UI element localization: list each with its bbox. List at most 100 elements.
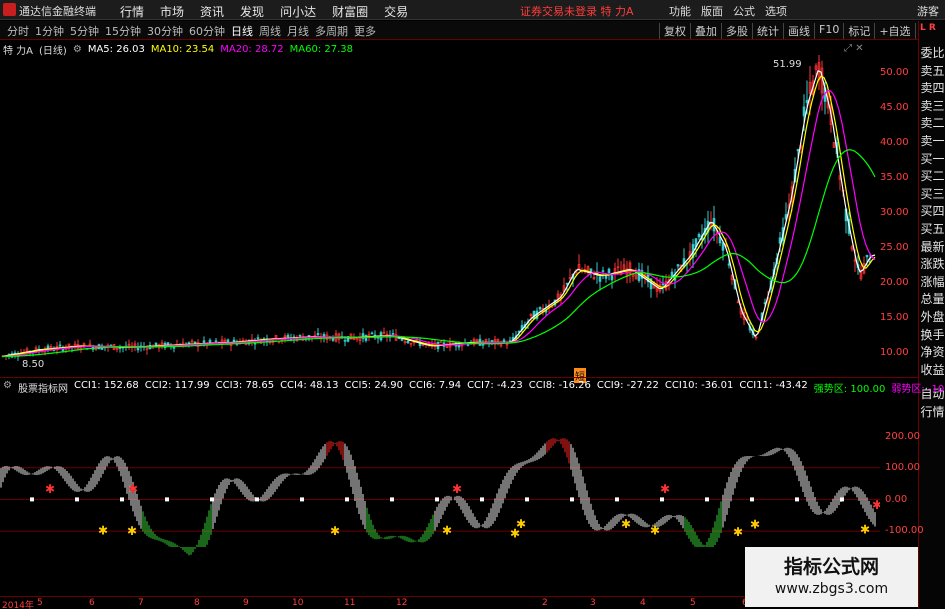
date-tick: 11 — [344, 598, 356, 608]
side-tab-latest[interactable]: 最新 — [919, 239, 945, 257]
stats-button[interactable]: 统计 — [752, 23, 783, 39]
side-tab-weibi[interactable]: 委比 — [919, 45, 945, 63]
tab-fenshi[interactable]: 分时 — [4, 23, 32, 39]
signal-butterfly-icon: ✱ — [330, 524, 340, 538]
price-tick: 25.00 — [880, 242, 909, 253]
tab-daily[interactable]: 日线 — [228, 23, 256, 39]
menu-item-caifuquan[interactable]: 财富圈 — [324, 3, 376, 20]
tab-weekly[interactable]: 周线 — [256, 23, 284, 39]
candle-body — [502, 339, 506, 343]
side-tab-buy5[interactable]: 买五 — [919, 221, 945, 239]
menu-item-faxian[interactable]: 发现 — [232, 3, 272, 20]
zero-dot — [525, 497, 529, 502]
side-tab-buy4[interactable]: 买四 — [919, 203, 945, 221]
mark-button[interactable]: 标记 — [843, 23, 874, 39]
candlestick-chart[interactable] — [0, 55, 880, 375]
panel-divider — [0, 377, 918, 378]
side-tab-buy1[interactable]: 买一 — [919, 151, 945, 169]
tab-monthly[interactable]: 月线 — [284, 23, 312, 39]
overlay-button[interactable]: 叠加 — [690, 23, 721, 39]
zero-dot — [570, 497, 574, 502]
zero-dot — [705, 497, 709, 502]
price-tick: 40.00 — [880, 137, 909, 148]
multi-stock-button[interactable]: 多股 — [721, 23, 752, 39]
menu-item-gongneng[interactable]: 功能 — [664, 3, 696, 19]
chart-tool-buttons: 复权 叠加 多股 统计 画线 F10 标记 +自选 返回 — [659, 23, 945, 39]
zero-dot — [435, 497, 439, 502]
menu-item-hangqing[interactable]: 行情 — [112, 3, 152, 20]
side-tab-outer[interactable]: 外盘 — [919, 309, 945, 327]
candles-layer — [1, 55, 872, 361]
close-icon[interactable]: ✕ — [855, 43, 863, 54]
side-tab-mai2[interactable]: 卖二 — [919, 115, 945, 133]
menu-item-shichang[interactable]: 市场 — [152, 3, 192, 20]
zero-dot — [30, 497, 34, 502]
tab-1min[interactable]: 1分钟 — [32, 23, 67, 39]
chart-window-controls: ⤢ ✕ — [844, 43, 864, 54]
candle-body — [214, 340, 218, 343]
candle-body — [490, 340, 494, 342]
app-title: 通达信金融终端 — [19, 5, 96, 18]
menu-item-jiaoyi[interactable]: 交易 — [376, 3, 416, 20]
moving-average-line — [1, 149, 876, 358]
candle-body — [538, 306, 542, 310]
tab-15min[interactable]: 15分钟 — [102, 23, 144, 39]
candle-body — [466, 343, 470, 346]
side-tab-buy2[interactable]: 买二 — [919, 168, 945, 186]
price-tick: 45.00 — [880, 102, 909, 113]
side-tab-mai4[interactable]: 卖四 — [919, 80, 945, 98]
side-tab-mai5[interactable]: 卖五 — [919, 63, 945, 81]
fuquan-button[interactable]: 复权 — [659, 23, 690, 39]
side-tab-change-pct[interactable]: 涨幅 — [919, 274, 945, 292]
signal-butterfly-icon: ✱ — [452, 482, 462, 496]
menu-item-xuanxiang[interactable]: 选项 — [760, 3, 792, 19]
side-tab-mai3[interactable]: 卖三 — [919, 98, 945, 116]
tab-60min[interactable]: 60分钟 — [186, 23, 228, 39]
cci-tick: -100.00 — [885, 525, 924, 536]
tab-multi-period[interactable]: 多周期 — [312, 23, 351, 39]
date-tick: 8 — [194, 598, 200, 608]
candle-body — [601, 270, 605, 272]
login-alert[interactable]: 证券交易未登录 特 力A — [520, 3, 634, 19]
zero-dot — [75, 497, 79, 502]
candle-body — [865, 254, 869, 258]
date-tick: 3 — [590, 598, 596, 608]
tab-more[interactable]: 更多 — [351, 23, 379, 39]
signal-butterfly-icon: ✱ — [128, 482, 138, 496]
candle-body — [406, 340, 410, 344]
menu-item-banmian[interactable]: 版面 — [696, 3, 728, 19]
draw-line-button[interactable]: 画线 — [783, 23, 814, 39]
side-tab-hangqing[interactable]: 行情 — [919, 403, 945, 421]
candle-body — [802, 106, 806, 117]
expand-icon[interactable]: ⤢ — [844, 43, 852, 54]
candle-body — [58, 344, 62, 347]
side-tab-mai1[interactable]: 卖一 — [919, 133, 945, 151]
candle-body — [676, 264, 680, 267]
trading-terminal: 通达信金融终端 行情 市场 资讯 发现 问小达 财富圈 交易 证券交易未登录 特… — [0, 0, 945, 609]
candle-body — [202, 340, 206, 344]
price-tick: 10.00 — [880, 347, 909, 358]
side-tab-volume[interactable]: 总量 — [919, 291, 945, 309]
side-tab-change[interactable]: 涨跌 — [919, 256, 945, 274]
add-watchlist-button[interactable]: +自选 — [874, 23, 914, 39]
zero-dot — [345, 497, 349, 502]
f10-button[interactable]: F10 — [814, 23, 843, 39]
candle-body — [256, 337, 260, 339]
side-tab-earnings[interactable]: 收益 — [919, 362, 945, 380]
tab-5min[interactable]: 5分钟 — [67, 23, 102, 39]
guest-label[interactable]: 游客 — [917, 3, 939, 19]
menu-item-zixun[interactable]: 资讯 — [192, 3, 232, 20]
menu-item-gongshi[interactable]: 公式 — [728, 3, 760, 19]
side-tab-net-assets[interactable]: 净资 — [919, 344, 945, 362]
signal-butterfly-icon: ✱ — [750, 518, 760, 532]
side-tab-turnover[interactable]: 换手 — [919, 327, 945, 345]
menu-item-wenxiaoda[interactable]: 问小达 — [272, 3, 324, 20]
tab-30min[interactable]: 30分钟 — [144, 23, 186, 39]
cci-tick: 200.00 — [885, 431, 920, 442]
settings-icon[interactable]: ⚙ — [73, 44, 82, 55]
side-tab-buy3[interactable]: 买三 — [919, 186, 945, 204]
right-menu: 功能 版面 公式 选项 — [664, 3, 792, 19]
candle-body — [610, 275, 614, 281]
zero-dot — [390, 497, 394, 502]
candle-body — [607, 268, 611, 273]
